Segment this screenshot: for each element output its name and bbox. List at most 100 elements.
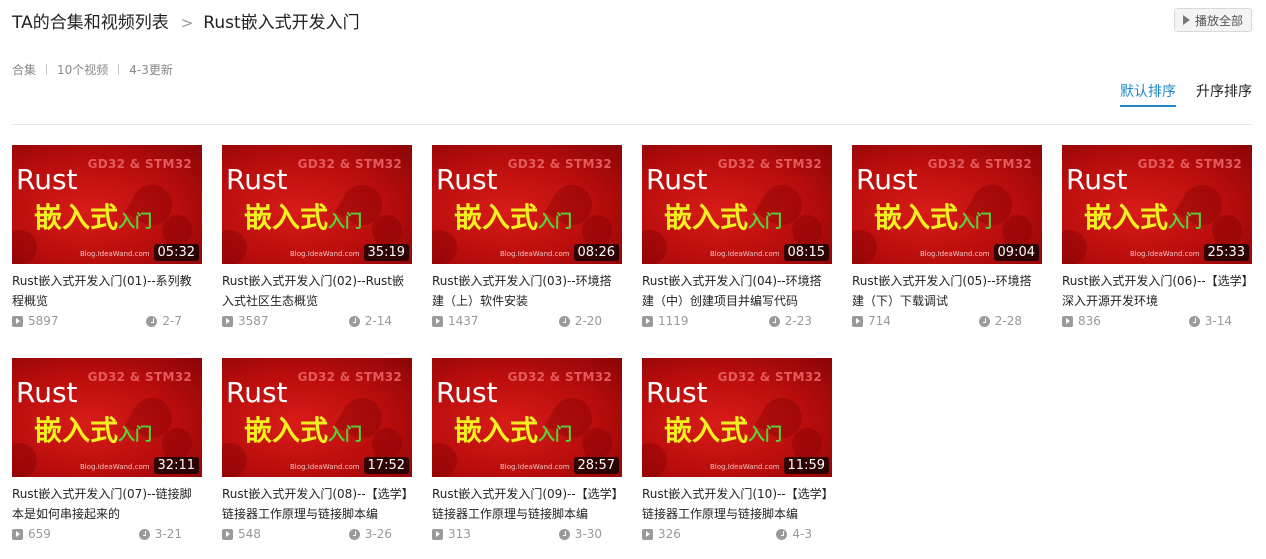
thumbnail-rust-text: Rust (1066, 163, 1128, 196)
video-card[interactable]: GD32 & STM32 Rust 嵌入式入门 Blog.IdeaWand.co… (1062, 145, 1252, 345)
video-title[interactable]: Rust嵌入式开发入门(08)--【选学】链接器工作原理与链接脚本编 (222, 484, 412, 524)
play-count-icon (642, 315, 653, 327)
thumbnail-subtitle: GD32 & STM32 (927, 157, 1032, 171)
play-count-icon (12, 528, 23, 540)
view-count: 3587 (222, 314, 269, 328)
video-thumbnail[interactable]: GD32 & STM32 Rust 嵌入式入门 Blog.IdeaWand.co… (642, 358, 832, 477)
chevron-right-icon: > (180, 14, 194, 32)
divider (118, 64, 120, 75)
view-count: 1119 (642, 314, 689, 328)
divider (46, 64, 48, 75)
thumbnail-blog-text: Blog.IdeaWand.com (500, 463, 570, 471)
video-card[interactable]: GD32 & STM32 Rust 嵌入式入门 Blog.IdeaWand.co… (852, 145, 1042, 345)
sort-asc-tab[interactable]: 升序排序 (1196, 81, 1252, 107)
clock-icon (768, 315, 780, 327)
collection-meta: 合集 10个视频 4-3更新 (12, 61, 173, 78)
video-card[interactable]: GD32 & STM32 Rust 嵌入式入门 Blog.IdeaWand.co… (642, 145, 832, 345)
video-title[interactable]: Rust嵌入式开发入门(06)--【选学】深入开源开发环境 (1062, 271, 1252, 311)
thumbnail-cn-text: 嵌入式入门 (454, 196, 572, 236)
video-title[interactable]: Rust嵌入式开发入门(04)--环境搭建（中）创建项目并编写代码 (642, 271, 832, 311)
video-thumbnail[interactable]: GD32 & STM32 Rust 嵌入式入门 Blog.IdeaWand.co… (642, 145, 832, 264)
thumbnail-subtitle: GD32 & STM32 (507, 370, 612, 384)
video-card[interactable]: GD32 & STM32 Rust 嵌入式入门 Blog.IdeaWand.co… (222, 145, 412, 345)
video-card[interactable]: GD32 & STM32 Rust 嵌入式入门 Blog.IdeaWand.co… (12, 145, 202, 345)
clock-icon (348, 528, 360, 540)
thumbnail-subtitle: GD32 & STM32 (1137, 157, 1242, 171)
video-duration: 09:04 (993, 244, 1039, 261)
thumbnail-subtitle: GD32 & STM32 (717, 370, 822, 384)
video-thumbnail[interactable]: GD32 & STM32 Rust 嵌入式入门 Blog.IdeaWand.co… (222, 358, 412, 477)
thumbnail-cn-big: 嵌入式 (1084, 201, 1169, 234)
video-title[interactable]: Rust嵌入式开发入门(01)--系列教程概览 (12, 271, 202, 311)
video-thumbnail[interactable]: GD32 & STM32 Rust 嵌入式入门 Blog.IdeaWand.co… (432, 358, 622, 477)
thumbnail-rust-text: Rust (856, 163, 918, 196)
thumbnail-cn-small: 入门 (118, 425, 153, 445)
video-card[interactable]: GD32 & STM32 Rust 嵌入式入门 Blog.IdeaWand.co… (12, 358, 202, 558)
sort-default-tab[interactable]: 默认排序 (1120, 81, 1176, 107)
view-count-value: 548 (238, 527, 261, 541)
thumbnail-cn-small: 入门 (118, 212, 153, 232)
update-date: 4-3更新 (129, 63, 173, 77)
video-title[interactable]: Rust嵌入式开发入门(10)--【选学】链接器工作原理与链接脚本编 (642, 484, 832, 524)
play-count-icon (222, 528, 233, 540)
video-duration: 08:15 (783, 244, 829, 261)
publish-date-value: 4-3 (792, 527, 812, 541)
thumbnail-rust-text: Rust (16, 163, 78, 196)
play-count-icon (642, 528, 653, 540)
thumbnail-cn-text: 嵌入式入门 (244, 196, 362, 236)
video-card[interactable]: GD32 & STM32 Rust 嵌入式入门 Blog.IdeaWand.co… (432, 358, 622, 558)
view-count-value: 326 (658, 527, 681, 541)
video-title[interactable]: Rust嵌入式开发入门(07)--链接脚本是如何串接起来的 (12, 484, 202, 524)
thumbnail-rust-text: Rust (436, 376, 498, 409)
collection-type: 合集 (12, 63, 37, 77)
view-count: 326 (642, 527, 681, 541)
play-all-button[interactable]: 播放全部 (1173, 8, 1252, 32)
video-thumbnail[interactable]: GD32 & STM32 Rust 嵌入式入门 Blog.IdeaWand.co… (852, 145, 1042, 264)
video-duration: 35:19 (363, 244, 409, 261)
clock-icon (348, 315, 360, 327)
video-card[interactable]: GD32 & STM32 Rust 嵌入式入门 Blog.IdeaWand.co… (222, 358, 412, 558)
thumbnail-blog-text: Blog.IdeaWand.com (1130, 250, 1200, 258)
video-thumbnail[interactable]: GD32 & STM32 Rust 嵌入式入门 Blog.IdeaWand.co… (222, 145, 412, 264)
play-all-label: 播放全部 (1194, 13, 1243, 28)
view-count: 836 (1062, 314, 1101, 328)
video-thumbnail[interactable]: GD32 & STM32 Rust 嵌入式入门 Blog.IdeaWand.co… (1062, 145, 1252, 264)
view-count-value: 1437 (448, 314, 479, 328)
thumbnail-cn-text: 嵌入式入门 (454, 409, 572, 449)
thumbnail-blog-text: Blog.IdeaWand.com (80, 463, 150, 471)
thumbnail-subtitle: GD32 & STM32 (507, 157, 612, 171)
view-count-value: 836 (1078, 314, 1101, 328)
thumbnail-cn-big: 嵌入式 (664, 414, 749, 447)
view-count: 5897 (12, 314, 59, 328)
thumbnail-cn-big: 嵌入式 (244, 414, 329, 447)
video-title[interactable]: Rust嵌入式开发入门(02)--Rust嵌入式社区生态概览 (222, 271, 412, 311)
view-count: 1437 (432, 314, 479, 328)
video-card[interactable]: GD32 & STM32 Rust 嵌入式入门 Blog.IdeaWand.co… (642, 358, 832, 558)
video-count: 10个视频 (57, 63, 109, 77)
video-title[interactable]: Rust嵌入式开发入门(03)--环境搭建（上）软件安装 (432, 271, 622, 311)
publish-date-value: 3-26 (364, 527, 392, 541)
view-count-value: 5897 (28, 314, 59, 328)
clock-icon (1188, 315, 1200, 327)
play-count-icon (12, 315, 23, 327)
video-title[interactable]: Rust嵌入式开发入门(09)--【选学】链接器工作原理与链接脚本编 (432, 484, 622, 524)
video-thumbnail[interactable]: GD32 & STM32 Rust 嵌入式入门 Blog.IdeaWand.co… (12, 358, 202, 477)
thumbnail-cn-text: 嵌入式入门 (664, 409, 782, 449)
publish-date-value: 3-14 (1204, 314, 1232, 328)
thumbnail-cn-big: 嵌入式 (34, 414, 119, 447)
thumbnail-subtitle: GD32 & STM32 (717, 157, 822, 171)
video-duration: 11:59 (783, 457, 829, 474)
video-thumbnail[interactable]: GD32 & STM32 Rust 嵌入式入门 Blog.IdeaWand.co… (432, 145, 622, 264)
view-count-value: 714 (868, 314, 891, 328)
thumbnail-cn-text: 嵌入式入门 (1084, 196, 1202, 236)
video-duration: 28:57 (573, 457, 619, 474)
breadcrumb-owner[interactable]: TA的合集和视频列表 (12, 13, 169, 33)
thumbnail-cn-small: 入门 (748, 212, 783, 232)
thumbnail-blog-text: Blog.IdeaWand.com (80, 250, 150, 258)
video-thumbnail[interactable]: GD32 & STM32 Rust 嵌入式入门 Blog.IdeaWand.co… (12, 145, 202, 264)
clock-icon (146, 315, 158, 327)
publish-date: 2-7 (146, 314, 182, 328)
video-card[interactable]: GD32 & STM32 Rust 嵌入式入门 Blog.IdeaWand.co… (432, 145, 622, 345)
thumbnail-blog-text: Blog.IdeaWand.com (710, 250, 780, 258)
video-title[interactable]: Rust嵌入式开发入门(05)--环境搭建（下）下载调试 (852, 271, 1042, 311)
